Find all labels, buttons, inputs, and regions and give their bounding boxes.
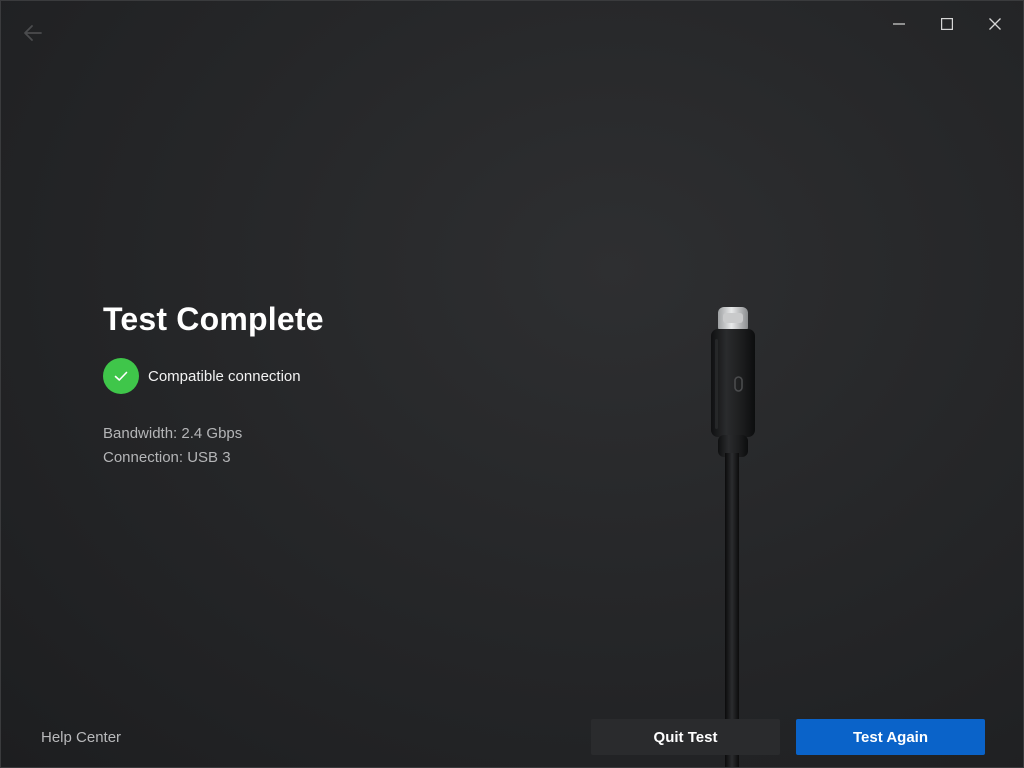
status-row: Compatible connection (103, 358, 523, 394)
connection-value: Connection: USB 3 (103, 449, 231, 466)
usb-c-cable-illustration (711, 307, 755, 767)
close-button[interactable] (971, 9, 1019, 39)
status-badge (103, 358, 139, 394)
page-title: Test Complete (103, 301, 324, 337)
bandwidth-value: Bandwidth: 2.4 Gbps (103, 425, 243, 442)
app-window: Test Complete Compatible connection Band… (0, 0, 1024, 768)
back-button[interactable] (19, 19, 47, 47)
help-center-link[interactable]: Help Center (41, 729, 121, 746)
minimize-button[interactable] (875, 9, 923, 39)
maximize-icon (941, 18, 953, 30)
status-text: Compatible connection (148, 367, 301, 385)
close-icon (989, 18, 1001, 30)
result-panel: Test Complete Compatible connection Band… (103, 301, 523, 470)
checkmark-icon (114, 371, 128, 381)
quit-test-button[interactable]: Quit Test (591, 719, 780, 755)
test-again-button[interactable]: Test Again (796, 719, 985, 755)
maximize-button[interactable] (923, 9, 971, 39)
minimize-icon (893, 23, 905, 25)
arrow-left-icon (24, 25, 42, 41)
window-controls (875, 9, 1019, 39)
